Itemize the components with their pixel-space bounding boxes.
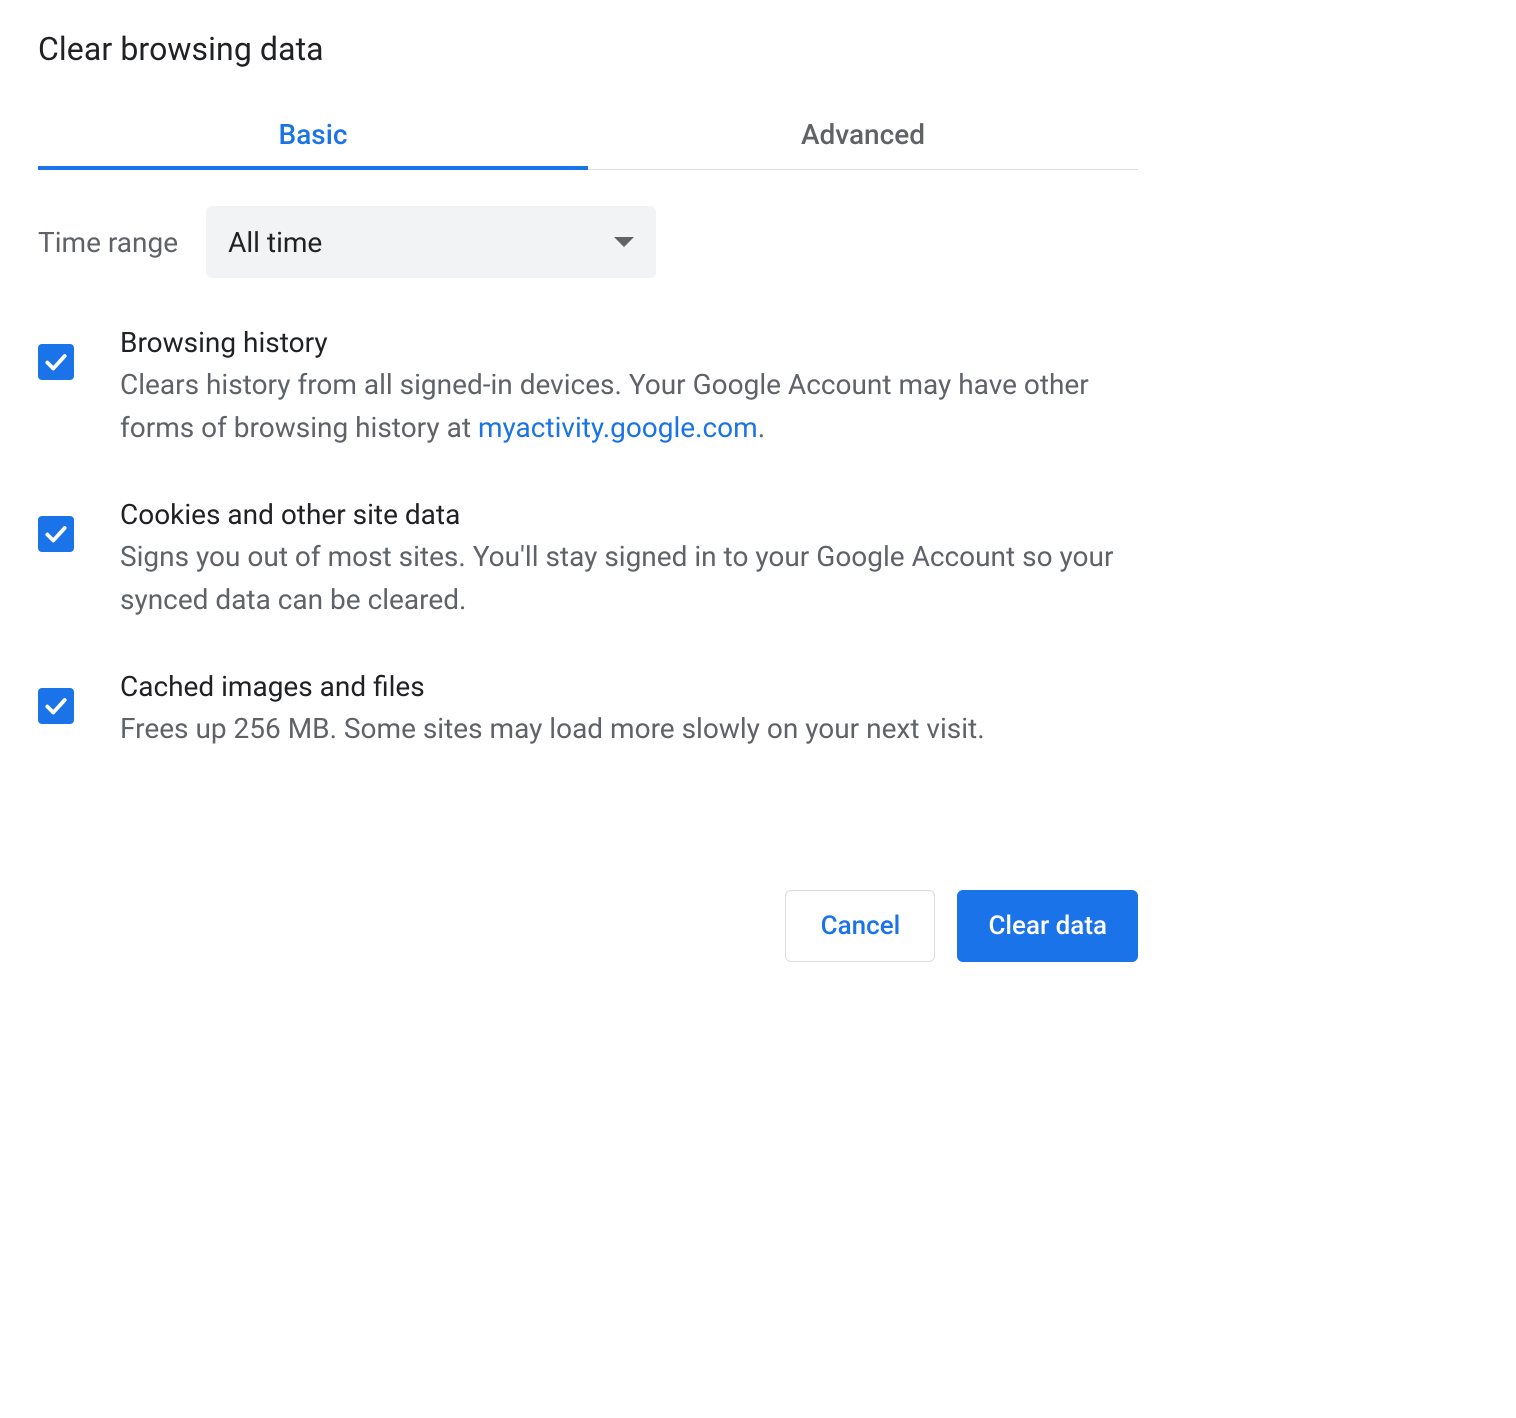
options-list: Browsing history Clears history from all… bbox=[38, 326, 1138, 750]
cancel-button[interactable]: Cancel bbox=[785, 890, 935, 962]
tab-advanced[interactable]: Advanced bbox=[588, 104, 1138, 169]
option-title: Cookies and other site data bbox=[120, 498, 1138, 531]
option-cache: Cached images and files Frees up 256 MB.… bbox=[38, 670, 1138, 750]
tabs: Basic Advanced bbox=[38, 104, 1138, 170]
clear-browsing-data-dialog: Clear browsing data Basic Advanced Time … bbox=[38, 30, 1138, 962]
time-range-label: Time range bbox=[38, 226, 178, 259]
option-description: Clears history from all signed-in device… bbox=[120, 363, 1138, 450]
option-text: Cookies and other site data Signs you ou… bbox=[120, 498, 1138, 622]
myactivity-link[interactable]: myactivity.google.com bbox=[478, 411, 758, 444]
checkmark-icon bbox=[43, 349, 69, 375]
option-browsing-history: Browsing history Clears history from all… bbox=[38, 326, 1138, 450]
time-range-row: Time range All time bbox=[38, 206, 1138, 278]
dropdown-caret-icon bbox=[614, 237, 634, 247]
time-range-value: All time bbox=[228, 226, 322, 259]
option-cookies: Cookies and other site data Signs you ou… bbox=[38, 498, 1138, 622]
checkbox-browsing-history[interactable] bbox=[38, 344, 74, 380]
dialog-actions: Cancel Clear data bbox=[38, 890, 1138, 962]
time-range-select[interactable]: All time bbox=[206, 206, 656, 278]
checkmark-icon bbox=[43, 693, 69, 719]
option-description: Frees up 256 MB. Some sites may load mor… bbox=[120, 707, 1138, 750]
checkmark-icon bbox=[43, 521, 69, 547]
clear-data-button[interactable]: Clear data bbox=[957, 890, 1138, 962]
checkbox-cache[interactable] bbox=[38, 688, 74, 724]
option-text: Cached images and files Frees up 256 MB.… bbox=[120, 670, 1138, 750]
checkbox-cookies[interactable] bbox=[38, 516, 74, 552]
option-title: Browsing history bbox=[120, 326, 1138, 359]
option-desc-suffix: . bbox=[758, 411, 765, 444]
option-text: Browsing history Clears history from all… bbox=[120, 326, 1138, 450]
option-description: Signs you out of most sites. You'll stay… bbox=[120, 535, 1138, 622]
tab-basic[interactable]: Basic bbox=[38, 104, 588, 169]
option-title: Cached images and files bbox=[120, 670, 1138, 703]
dialog-title: Clear browsing data bbox=[38, 30, 1138, 68]
